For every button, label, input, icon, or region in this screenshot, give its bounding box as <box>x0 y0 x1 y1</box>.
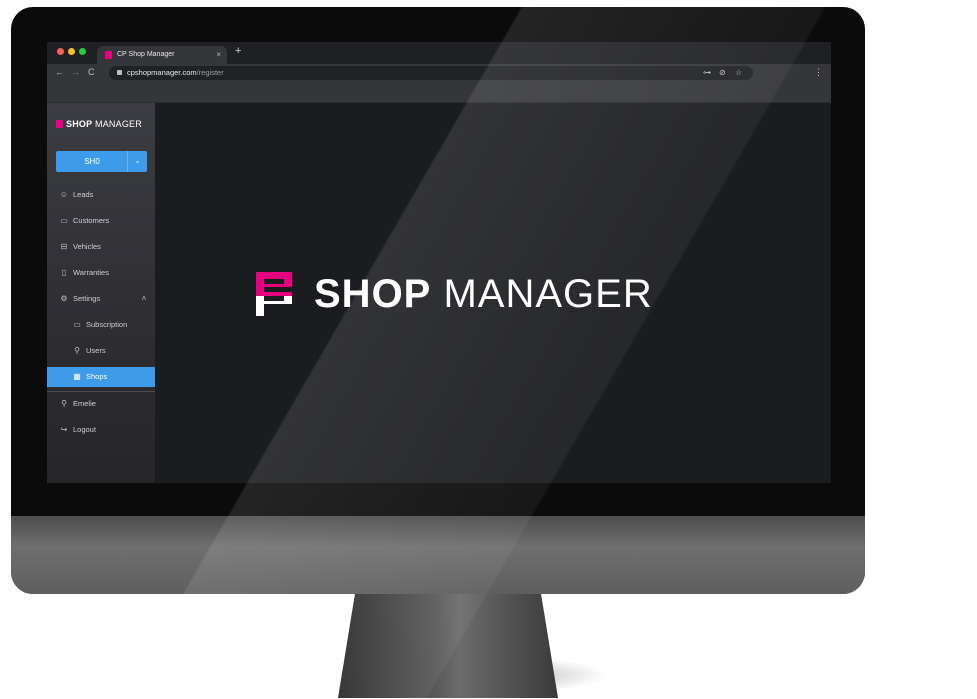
sidebar-item-users[interactable]: ⚲ Users <box>47 341 155 361</box>
monitor: CP Shop Manager × + ← → C cpshopmanager.… <box>11 7 865 594</box>
chevron-up-icon[interactable]: ˄ <box>139 289 149 309</box>
bookmarks-bar <box>47 82 831 103</box>
address-bar: ← → C cpshopmanager.com/register ⊶ ⊘ ☆ ⋮ <box>47 64 831 82</box>
reload-icon[interactable]: C <box>88 67 95 77</box>
browser-tab[interactable]: CP Shop Manager × <box>97 46 227 64</box>
gear-icon: ⚙ <box>60 294 68 303</box>
back-icon[interactable]: ← <box>55 67 64 77</box>
sidebar-item-shops[interactable]: ▦ Shops <box>47 367 155 387</box>
brand-logo-icon <box>256 272 292 316</box>
forward-icon[interactable]: → <box>71 67 80 77</box>
browser-menu-icon[interactable]: ⋮ <box>814 67 823 78</box>
sidebar-item-vehicles[interactable]: ⊟ Vehicles <box>47 237 155 257</box>
brand-mark-icon <box>56 120 63 128</box>
maximize-window-button[interactable] <box>79 48 86 55</box>
sidebar-item-subscription[interactable]: ▭ Subscription <box>47 315 155 335</box>
tab-title: CP Shop Manager <box>117 51 175 58</box>
sidebar-item-warranties[interactable]: ▯ Warranties <box>47 263 155 283</box>
monitor-stand <box>338 590 558 698</box>
sidebar: SHOP MANAGER SH0 ⌄ ☺ Leads ▭ Customers ⊟… <box>47 103 155 483</box>
star-icon[interactable]: ☆ <box>735 66 742 80</box>
logout-icon: ↪ <box>60 425 68 434</box>
user-circle-icon: ☺ <box>59 190 69 199</box>
shop-select[interactable]: SH0 ⌄ <box>56 151 147 172</box>
main-content: SHOP MANAGER <box>155 103 831 483</box>
url-path: /register <box>196 68 224 77</box>
url-field[interactable]: cpshopmanager.com/register ⊶ ⊘ ☆ <box>109 66 753 80</box>
shop-select-value: SH0 <box>84 157 100 166</box>
tab-close-icon[interactable]: × <box>216 46 221 64</box>
sidebar-divider <box>47 391 155 392</box>
sidebar-item-logout[interactable]: ↪ Logout <box>47 420 155 440</box>
sidebar-item-customers[interactable]: ▭ Customers <box>47 211 155 231</box>
sidebar-item-settings[interactable]: ⚙ Settings ˄ <box>47 289 155 309</box>
new-tab-icon[interactable]: + <box>235 45 241 57</box>
sidebar-item-profile[interactable]: ⚲ Emelie <box>47 394 155 414</box>
user-icon: ⚲ <box>61 399 67 408</box>
eye-off-icon[interactable]: ⊘ <box>719 66 726 80</box>
credit-card-icon: ▭ <box>73 320 81 329</box>
tab-bar: CP Shop Manager × + <box>47 42 831 64</box>
document-icon: ▯ <box>61 268 67 277</box>
main-logo-text: SHOP MANAGER <box>314 272 653 316</box>
key-icon[interactable]: ⊶ <box>703 66 711 80</box>
minimize-window-button[interactable] <box>68 48 75 55</box>
sidebar-logo: SHOP MANAGER <box>56 119 142 129</box>
sidebar-item-leads[interactable]: ☺ Leads <box>47 185 155 205</box>
screen: CP Shop Manager × + ← → C cpshopmanager.… <box>47 42 831 483</box>
url-host: cpshopmanager.com <box>127 68 197 77</box>
chevron-down-icon[interactable]: ⌄ <box>127 151 147 172</box>
lock-icon <box>117 70 122 75</box>
monitor-chin <box>11 516 865 594</box>
close-window-button[interactable] <box>57 48 64 55</box>
id-card-icon: ▭ <box>60 216 68 225</box>
users-icon: ⚲ <box>74 346 80 355</box>
car-icon: ⊟ <box>60 242 68 251</box>
favicon-icon <box>105 51 112 59</box>
store-icon: ▦ <box>73 372 81 381</box>
